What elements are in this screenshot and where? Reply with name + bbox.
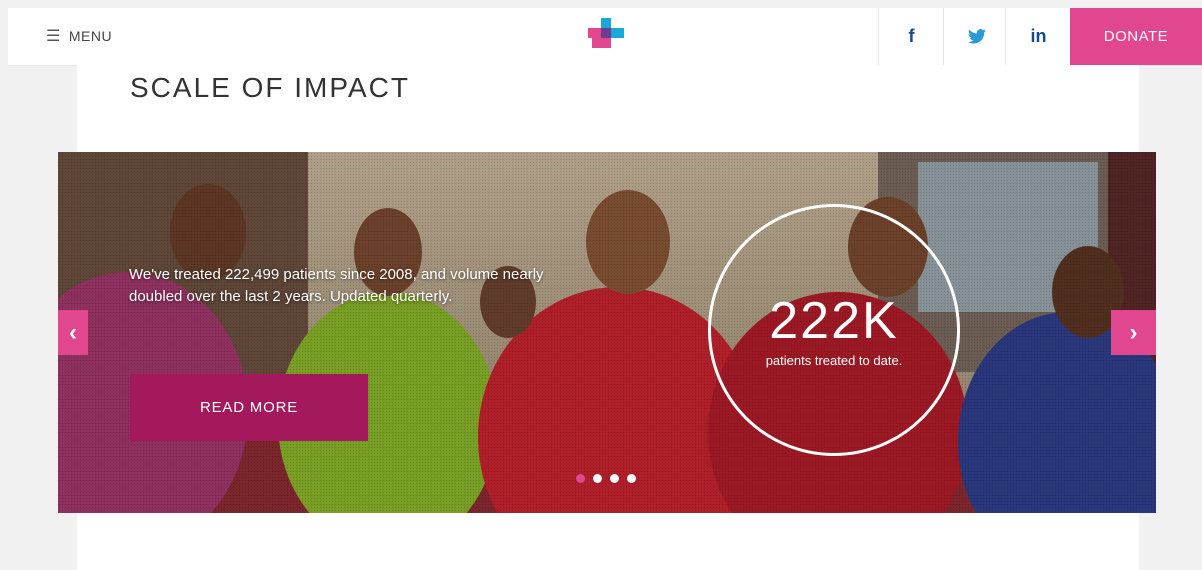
hero-carousel: We've treated 222,499 patients since 200… [58,152,1156,513]
hamburger-icon: ☰ [46,28,61,45]
twitter-link[interactable] [943,8,1009,65]
carousel-dot[interactable] [593,474,602,483]
stat-value: 222K [769,291,899,350]
donate-button[interactable]: DONATE [1070,8,1202,65]
read-more-button[interactable]: READ MORE [130,374,368,441]
menu-label: MENU [68,28,113,44]
stat-circle: 222K patients treated to date. [708,204,960,456]
next-slide-button[interactable]: › [1111,310,1156,355]
linkedin-link[interactable]: in [1005,8,1071,65]
facebook-icon: f [908,26,915,46]
top-navigation-bar: ☰ MENU f in DONATE [8,8,1202,66]
stat-label: patients treated to date. [765,352,903,368]
slide-description: We've treated 222,499 patients since 200… [129,266,544,305]
section-title: SCALE OF IMPACT [130,72,410,103]
linkedin-icon: in [1030,26,1047,46]
facebook-link[interactable]: f [878,8,944,65]
carousel-pagination [576,474,636,483]
logo-icon[interactable] [588,18,624,54]
menu-button[interactable]: ☰ MENU [46,26,112,46]
previous-slide-button[interactable]: ‹ [58,310,88,355]
chevron-left-icon: ‹ [69,318,77,346]
carousel-dot[interactable] [627,474,636,483]
chevron-right-icon: › [1129,318,1138,346]
carousel-dot[interactable] [576,474,585,483]
hero-photo [58,152,1156,513]
twitter-icon [967,29,986,44]
carousel-dot[interactable] [610,474,619,483]
